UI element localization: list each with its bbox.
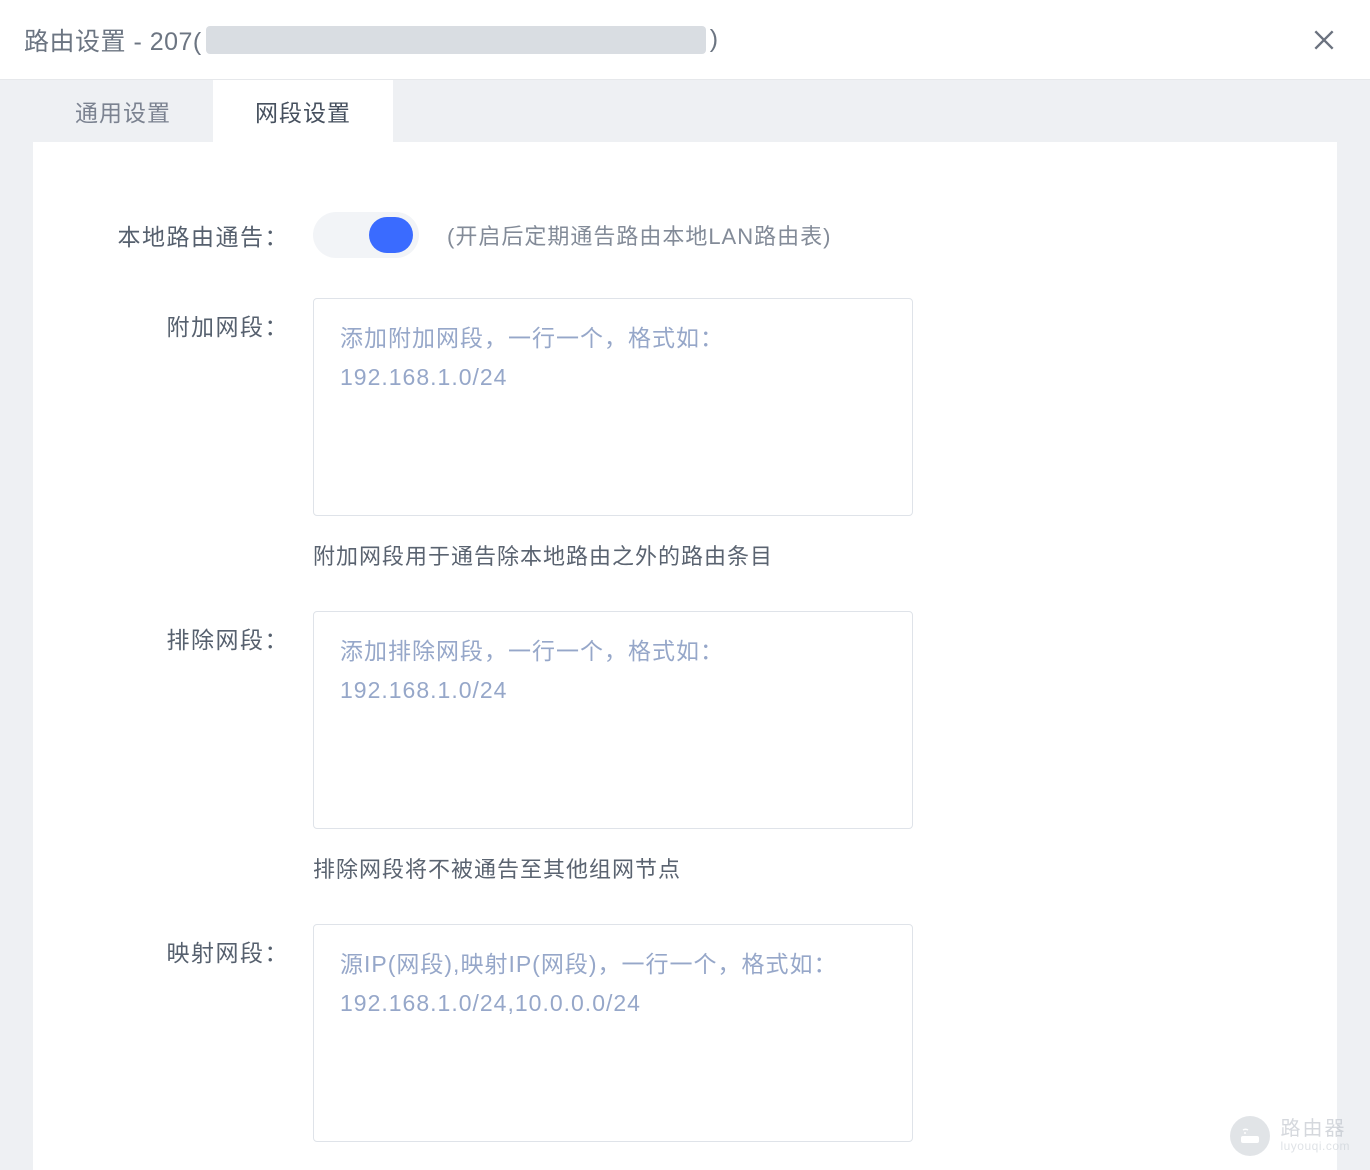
modal-title: 路由设置 - 207( ) — [24, 22, 719, 58]
help-extra-segment: 附加网段用于通告除本地路由之外的路由条目 — [313, 539, 913, 571]
tab-segment[interactable]: 网段设置 — [213, 80, 393, 142]
tabs: 通用设置 网段设置 — [0, 80, 1370, 142]
toggle-knob — [369, 217, 413, 253]
row-map-segment: 映射网段： 通过配置映射网段可以解决组网网段冲突的问题。 — [33, 924, 1337, 1170]
label-exclude-segment: 排除网段： — [33, 611, 313, 655]
tab-general[interactable]: 通用设置 — [33, 80, 213, 142]
label-local-route-advert: 本地路由通告： — [33, 218, 313, 252]
toggle-local-route-advert[interactable] — [313, 212, 419, 258]
row-local-route-advert: 本地路由通告： (开启后定期通告路由本地LAN路由表) — [33, 212, 1337, 258]
modal-title-suffix: ) — [710, 25, 719, 54]
modal-title-prefix: 路由设置 - 207( — [24, 22, 202, 58]
label-map-segment: 映射网段： — [33, 924, 313, 968]
hint-local-route-advert: (开启后定期通告路由本地LAN路由表) — [447, 219, 831, 251]
row-extra-segment: 附加网段： 附加网段用于通告除本地路由之外的路由条目 — [33, 298, 1337, 571]
watermark: 路由器 luyouqi.com — [1230, 1116, 1350, 1156]
router-icon — [1230, 1116, 1270, 1156]
control-map-segment: 通过配置映射网段可以解决组网网段冲突的问题。 — [313, 924, 913, 1170]
content-panel: 本地路由通告： (开启后定期通告路由本地LAN路由表) 附加网段： 附加网段用于… — [33, 142, 1337, 1170]
label-extra-segment: 附加网段： — [33, 298, 313, 342]
toggle-wrap: (开启后定期通告路由本地LAN路由表) — [313, 212, 831, 258]
row-exclude-segment: 排除网段： 排除网段将不被通告至其他组网节点 — [33, 611, 1337, 884]
textarea-map-segment[interactable] — [313, 924, 913, 1142]
watermark-main: 路由器 — [1280, 1118, 1350, 1140]
watermark-sub: luyouqi.com — [1280, 1140, 1350, 1153]
close-icon — [1311, 27, 1337, 53]
textarea-exclude-segment[interactable] — [313, 611, 913, 829]
watermark-text: 路由器 luyouqi.com — [1280, 1118, 1350, 1153]
modal-header: 路由设置 - 207( ) — [0, 0, 1370, 80]
textarea-extra-segment[interactable] — [313, 298, 913, 516]
modal-title-redacted — [206, 26, 706, 54]
help-exclude-segment: 排除网段将不被通告至其他组网节点 — [313, 852, 913, 884]
close-button[interactable] — [1308, 24, 1340, 56]
control-extra-segment: 附加网段用于通告除本地路由之外的路由条目 — [313, 298, 913, 571]
help-map-segment: 通过配置映射网段可以解决组网网段冲突的问题。 — [313, 1165, 913, 1170]
control-exclude-segment: 排除网段将不被通告至其他组网节点 — [313, 611, 913, 884]
